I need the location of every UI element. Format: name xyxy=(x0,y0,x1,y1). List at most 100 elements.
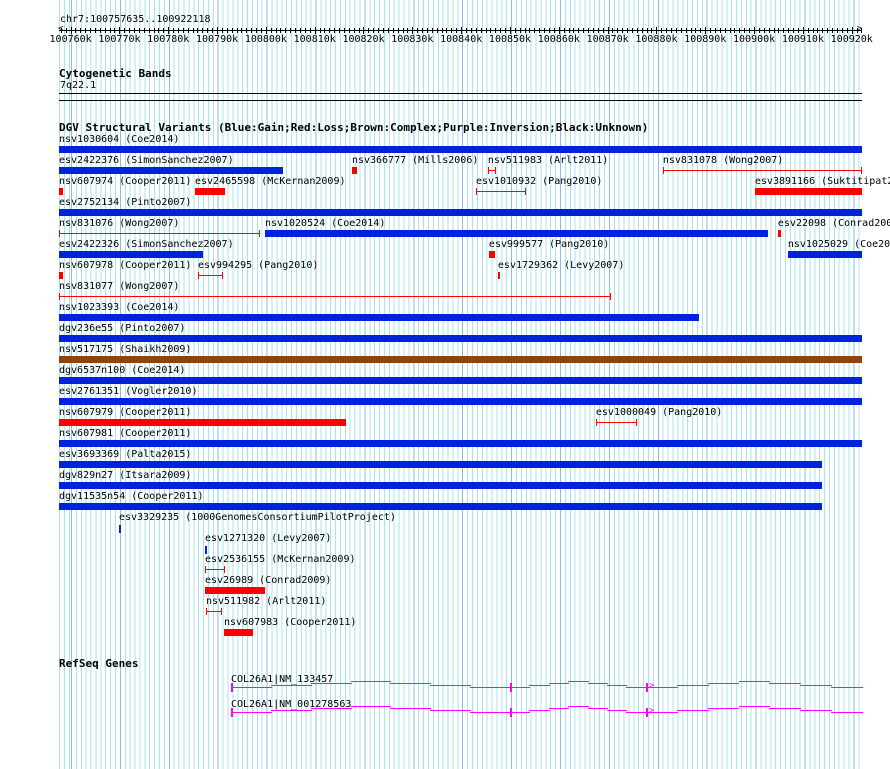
variant-label: nsv607979 (Cooper2011) xyxy=(59,407,192,418)
ruler-tick xyxy=(807,28,809,33)
variant-interval[interactable] xyxy=(197,272,223,279)
variant-label: esv3891166 (Suktitipat2014) xyxy=(754,176,890,187)
ruler-tick xyxy=(456,28,458,33)
ruler-tick-label: 100790k xyxy=(196,34,239,45)
ruler-tick xyxy=(407,28,409,33)
ruler-tick xyxy=(275,28,277,33)
interval-end-cap xyxy=(205,608,207,615)
variant-bar[interactable] xyxy=(351,167,357,174)
ruler-tick xyxy=(436,28,438,33)
intron-line xyxy=(800,685,833,686)
ruler-tick-label: 100900k xyxy=(733,34,776,45)
ruler-tick xyxy=(382,28,384,33)
ruler-tick-label: 100870k xyxy=(586,34,629,45)
ruler-tick-label: 100820k xyxy=(342,34,385,45)
variant-bar[interactable] xyxy=(118,525,121,533)
exon[interactable] xyxy=(230,708,233,717)
exon[interactable] xyxy=(645,708,648,717)
ruler-tick xyxy=(592,28,594,33)
variant-bar[interactable] xyxy=(754,188,862,195)
variant-bar[interactable] xyxy=(264,230,768,237)
ruler-tick xyxy=(129,28,131,33)
ruler-tick xyxy=(529,28,531,33)
ruler-tick xyxy=(304,28,306,33)
variant-bar[interactable] xyxy=(488,251,495,258)
ruler-tick xyxy=(705,27,707,34)
variant-bar[interactable] xyxy=(59,356,862,363)
ruler-tick xyxy=(680,28,682,33)
variant-bar[interactable] xyxy=(787,251,862,258)
ruler-tick xyxy=(397,28,399,33)
variant-label: esv1000049 (Pang2010) xyxy=(595,407,723,418)
variant-interval[interactable] xyxy=(205,608,222,615)
ruler-tick xyxy=(251,28,253,33)
ruler-tick xyxy=(270,28,272,33)
intron-line xyxy=(310,683,352,684)
variant-bar[interactable] xyxy=(59,503,822,510)
variant-bar[interactable] xyxy=(59,461,822,468)
exon[interactable] xyxy=(509,708,512,717)
ruler-tick xyxy=(231,28,233,33)
exon[interactable] xyxy=(509,683,512,692)
exon[interactable] xyxy=(230,683,233,692)
intron-line xyxy=(626,687,647,688)
variant-label: esv2761351 (Vogler2010) xyxy=(59,386,198,397)
variant-label: esv22098 (Conrad2009) xyxy=(777,218,890,229)
variant-interval[interactable] xyxy=(475,188,526,195)
intron-line xyxy=(831,687,863,688)
variant-bar[interactable] xyxy=(59,440,862,447)
variant-bar[interactable] xyxy=(777,230,781,237)
ruler-tick xyxy=(573,28,575,33)
ruler-tick xyxy=(319,28,321,33)
ruler-tick xyxy=(192,28,194,33)
ruler-tick xyxy=(358,28,360,33)
variant-bar[interactable] xyxy=(59,251,203,258)
variant-bar[interactable] xyxy=(59,146,862,153)
variant-interval[interactable] xyxy=(204,566,225,573)
variant-bar[interactable] xyxy=(59,482,822,489)
ruler-tick xyxy=(60,28,62,33)
ruler-tick xyxy=(485,28,487,33)
variant-bar[interactable] xyxy=(59,167,283,174)
ruler-tick xyxy=(714,28,716,33)
ruler-tick xyxy=(70,27,72,34)
exon[interactable] xyxy=(645,683,648,692)
ruler-tick-label: 100850k xyxy=(488,34,532,45)
variant-bar[interactable] xyxy=(223,629,253,636)
intron-line xyxy=(738,681,771,682)
ruler-tick xyxy=(548,28,550,33)
ruler-tick xyxy=(173,28,175,33)
ruler-tick xyxy=(509,27,511,34)
variant-interval[interactable] xyxy=(662,167,862,174)
variant-label: esv1729362 (Levy2007) xyxy=(497,260,625,271)
ruler-tick xyxy=(495,28,497,33)
variant-interval[interactable] xyxy=(59,293,611,300)
intron-line xyxy=(509,687,531,688)
ruler-tick xyxy=(226,28,228,33)
ruler-tick-label: 100830k xyxy=(391,34,434,45)
ruler-tick xyxy=(134,28,135,33)
variant-bar[interactable] xyxy=(59,209,862,216)
variant-bar[interactable] xyxy=(59,188,63,195)
variant-bar[interactable] xyxy=(194,188,225,195)
variant-interval[interactable] xyxy=(59,230,260,237)
variant-bar[interactable] xyxy=(59,419,346,426)
intron-line xyxy=(738,706,771,707)
variant-bar[interactable] xyxy=(59,314,699,321)
ruler-tick xyxy=(622,28,624,33)
variant-bar[interactable] xyxy=(204,546,207,554)
variant-bar[interactable] xyxy=(497,272,500,279)
variant-bar[interactable] xyxy=(59,398,862,405)
variant-interval[interactable] xyxy=(595,419,637,426)
variant-bar[interactable] xyxy=(59,272,63,279)
interval-end-cap xyxy=(197,272,199,279)
ruler-tick xyxy=(373,28,375,33)
variant-bar[interactable] xyxy=(59,377,862,384)
variant-label: nsv1025029 (Coe2014) xyxy=(787,239,890,250)
variant-bar[interactable] xyxy=(59,335,862,342)
interval-end-cap xyxy=(662,167,664,174)
variant-bar[interactable] xyxy=(204,587,265,594)
ruler-tick xyxy=(578,28,580,33)
intron-line xyxy=(350,681,392,682)
variant-interval[interactable] xyxy=(487,167,496,174)
